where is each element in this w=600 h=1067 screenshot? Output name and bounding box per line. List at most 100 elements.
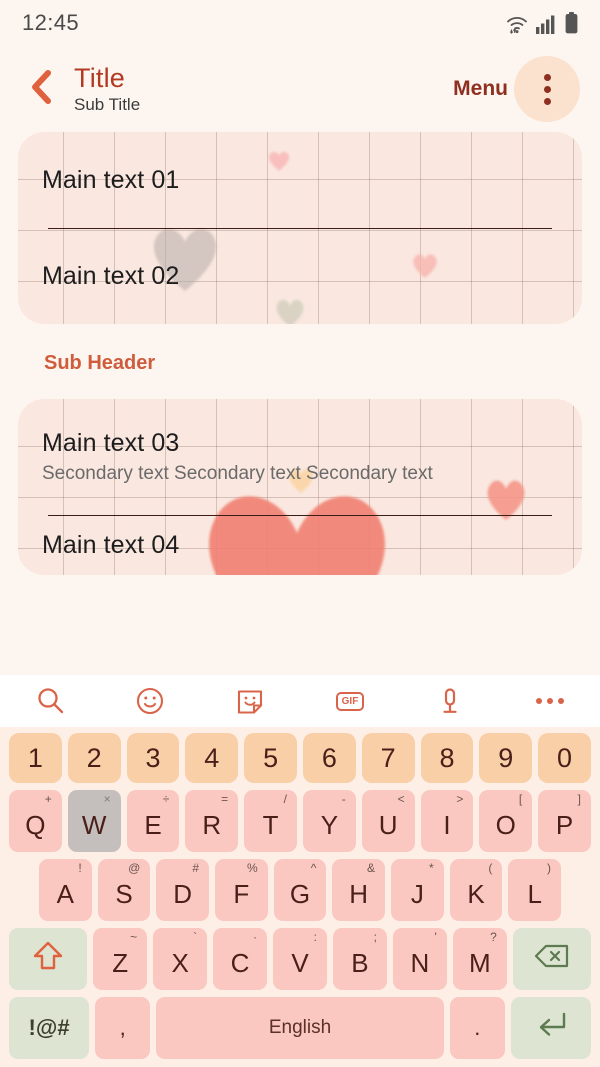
keyboard-search-button[interactable] <box>0 686 100 716</box>
key-h[interactable]: & H <box>332 859 386 921</box>
list-item[interactable]: Main text 04 <box>18 515 582 575</box>
key-d[interactable]: # D <box>156 859 210 921</box>
backspace-key[interactable] <box>512 928 591 990</box>
key-r[interactable]: = R <box>185 790 239 852</box>
key-p[interactable]: ] P <box>538 790 591 852</box>
key-5[interactable]: 5 <box>244 733 297 783</box>
menu-button[interactable]: Menu <box>453 77 508 101</box>
key-1[interactable]: 1 <box>9 733 62 783</box>
period-key[interactable]: . <box>449 997 505 1059</box>
keyboard-toolbar: GIF <box>0 675 600 727</box>
card-2-rows: Main text 03 Secondary text Secondary te… <box>18 399 582 575</box>
key-b[interactable]: ; B <box>332 928 387 990</box>
key-f[interactable]: % F <box>215 859 268 921</box>
key-j[interactable]: * J <box>391 859 444 921</box>
key-u[interactable]: < U <box>361 790 415 852</box>
list-item[interactable]: Main text 01 <box>18 132 582 228</box>
key-alt-label: # <box>192 861 200 875</box>
key-alt-label: ] <box>577 792 581 806</box>
key-2[interactable]: 2 <box>67 733 121 783</box>
key-3[interactable]: 3 <box>126 733 180 783</box>
app-bar: Title Sub Title Menu <box>0 46 600 132</box>
key-n[interactable]: ' N <box>392 928 447 990</box>
title-block: Title Sub Title <box>74 64 453 113</box>
key-z[interactable]: ~ Z <box>93 928 148 990</box>
key-l[interactable]: ) L <box>508 859 562 921</box>
key-label: 3 <box>145 742 161 773</box>
key-label: V <box>291 947 309 978</box>
content-area: Main text 01 Main text 02 Sub Header Mai… <box>0 132 600 575</box>
shift-arrow-up-icon <box>33 940 63 979</box>
key-y[interactable]: - Y <box>302 790 356 852</box>
symbols-key[interactable]: !@# <box>9 997 90 1059</box>
keyboard-gif-button[interactable]: GIF <box>300 691 400 711</box>
key-label: Y <box>320 809 339 840</box>
key-v[interactable]: : V <box>273 928 327 990</box>
key-8[interactable]: 8 <box>420 733 474 783</box>
cellular-signal-icon <box>536 14 558 34</box>
keyboard-voice-button[interactable] <box>400 686 500 716</box>
key-label: 4 <box>204 742 220 773</box>
key-alt-label: ( <box>488 861 493 875</box>
comma-key[interactable]: , <box>95 997 151 1059</box>
back-navigation-button[interactable] <box>24 69 58 106</box>
key-alt-label: ? <box>490 930 497 944</box>
key-label: 7 <box>380 742 396 773</box>
key-alt-label: - <box>341 792 346 806</box>
keyboard-row-numbers: 1 2 3 4 5 6 7 8 9 0 <box>4 733 596 783</box>
list-item[interactable]: Main text 02 <box>18 228 582 324</box>
key-label: S <box>115 878 133 909</box>
key-label: H <box>349 878 369 909</box>
key-s[interactable]: @ S <box>97 859 151 921</box>
list-item[interactable]: Main text 03 Secondary text Secondary te… <box>18 399 582 515</box>
enter-key[interactable] <box>510 997 591 1059</box>
keyboard-row-bottom: !@# , English . <box>4 997 596 1059</box>
key-label: 2 <box>86 742 102 773</box>
key-m[interactable]: ? M <box>452 928 507 990</box>
key-alt-label: ^ <box>310 861 317 875</box>
key-label: 9 <box>498 742 514 773</box>
overflow-menu-button[interactable] <box>514 56 580 122</box>
key-g[interactable]: ^ G <box>273 859 327 921</box>
key-6[interactable]: 6 <box>302 733 356 783</box>
key-o[interactable]: [ O <box>479 790 533 852</box>
key-t[interactable]: / T <box>244 790 297 852</box>
space-key[interactable]: English <box>156 997 444 1059</box>
page-title: Title <box>74 63 126 94</box>
key-e[interactable]: ÷ E <box>126 790 180 852</box>
key-4[interactable]: 4 <box>185 733 239 783</box>
more-horizontal-icon <box>536 698 564 704</box>
shift-key[interactable] <box>9 928 88 990</box>
key-label: B <box>351 947 369 978</box>
microphone-icon <box>435 686 465 716</box>
status-clock: 12:45 <box>22 10 80 35</box>
key-label: 0 <box>557 742 573 773</box>
key-x[interactable]: ` X <box>153 928 208 990</box>
key-w[interactable]: × W <box>67 790 121 852</box>
key-a[interactable]: ! A <box>39 859 92 921</box>
list-item-main-text: Main text 02 <box>42 261 180 290</box>
key-k[interactable]: ( K <box>449 859 503 921</box>
card-group-1: Main text 01 Main text 02 <box>18 132 582 324</box>
key-i[interactable]: > I <box>420 790 474 852</box>
key-label: Z <box>112 947 129 978</box>
page-subtitle: Sub Title <box>74 94 141 114</box>
keyboard-more-button[interactable] <box>500 698 600 704</box>
key-c[interactable]: · C <box>213 928 268 990</box>
keyboard-emoji-button[interactable] <box>100 686 200 716</box>
key-7[interactable]: 7 <box>361 733 415 783</box>
wifi-icon <box>505 14 529 34</box>
enter-return-icon <box>534 1010 568 1046</box>
key-9[interactable]: 9 <box>479 733 533 783</box>
key-alt-label: @ <box>128 861 141 875</box>
more-vertical-icon-dot-1 <box>543 73 551 81</box>
keyboard-row-asdf: ! A @ S # D % F ^ G & H * J (K) L <box>4 859 596 921</box>
keyboard-key-rows: 1 2 3 4 5 6 7 8 9 0 + Q × W ÷ E = R / T … <box>0 727 600 1067</box>
keyboard-sticker-button[interactable] <box>200 686 300 716</box>
card-group-2: Main text 03 Secondary text Secondary te… <box>18 399 582 575</box>
search-icon <box>35 686 65 716</box>
key-q[interactable]: + Q <box>9 790 62 852</box>
key-0[interactable]: 0 <box>538 733 591 783</box>
dot <box>536 698 542 704</box>
emoji-icon <box>135 686 165 716</box>
